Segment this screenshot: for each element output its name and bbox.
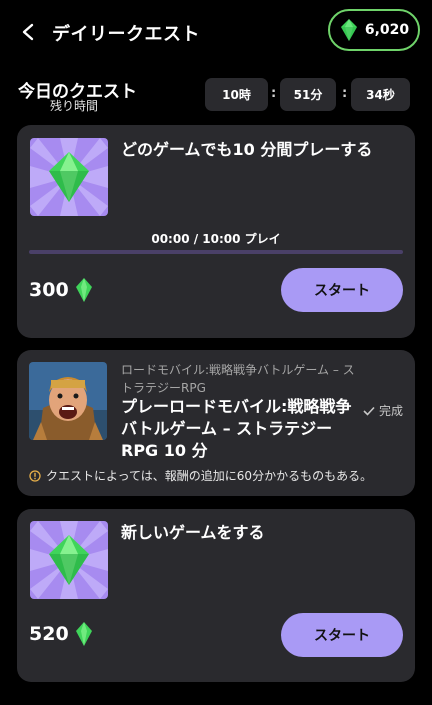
quest-title: 新しいゲームをする: [121, 523, 265, 542]
game-character-image: [29, 362, 107, 440]
quest-reward: 520: [29, 621, 93, 647]
gem-icon: [75, 622, 92, 646]
remaining-time-label: 残り時間: [50, 99, 99, 113]
info-icon: [29, 469, 41, 482]
quest-progress-text: 00:00 / 10:00 プレイ: [151, 232, 281, 246]
gem-icon: [340, 19, 357, 41]
back-button[interactable]: [14, 18, 42, 46]
quest-card-play-any-game: どのゲームでも10 分間プレーする 00:00 / 10:00 プレイ 300 …: [17, 125, 415, 338]
timer-hours: 10時: [205, 78, 268, 111]
game-name: ロードモバイル:戦略戦争バトルゲーム – ストラテジーRPG: [121, 363, 355, 395]
chevron-left-icon: [22, 23, 34, 41]
quest-progress-bar: [29, 250, 403, 254]
quest-gem-image: [30, 138, 108, 216]
gem-balance[interactable]: 6,020: [328, 9, 420, 51]
game-thumbnail: [29, 362, 107, 440]
quest-reward: 300: [29, 277, 93, 303]
reward-value: 300: [29, 279, 69, 301]
reward-value: 520: [29, 623, 69, 645]
gem-burst-icon: [30, 521, 108, 599]
start-button[interactable]: スタート: [281, 268, 403, 312]
completed-status: 完成: [363, 402, 403, 419]
page-title: デイリークエスト: [52, 24, 200, 45]
timer-minutes: 51分: [280, 78, 336, 111]
quest-title: どのゲームでも10 分間プレーする: [121, 140, 373, 159]
quest-gem-image: [30, 521, 108, 599]
status-label: 完成: [379, 404, 404, 418]
timer-separator: :: [342, 86, 348, 101]
start-button[interactable]: スタート: [281, 613, 403, 657]
quest-card-lords-mobile: ロードモバイル:戦略戦争バトルゲーム – ストラテジーRPG プレーロードモバイ…: [17, 350, 415, 496]
timer-separator: :: [271, 86, 277, 101]
timer-seconds: 34秒: [351, 78, 410, 111]
quest-note: クエストによっては、報酬の追加に60分かかるものもある。: [29, 467, 372, 484]
check-icon: [363, 406, 375, 416]
balance-value: 6,020: [364, 22, 410, 38]
quest-card-new-game: 新しいゲームをする 520 スタート: [17, 509, 415, 682]
gem-icon: [75, 278, 92, 302]
quest-title: プレーロードモバイル:戦略戦争バトルゲーム – ストラテジーRPG 10 分: [121, 397, 352, 460]
gem-burst-icon: [30, 138, 108, 216]
note-text: クエストによっては、報酬の追加に60分かかるものもある。: [46, 469, 373, 483]
